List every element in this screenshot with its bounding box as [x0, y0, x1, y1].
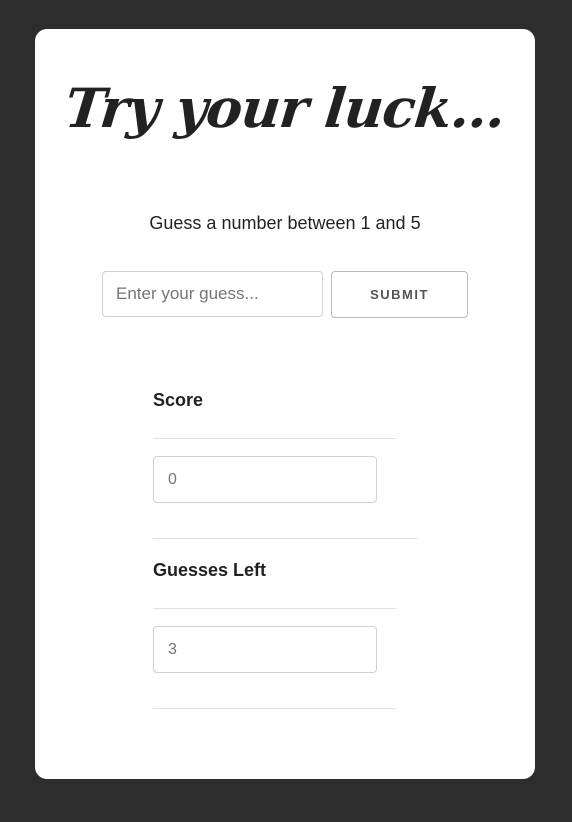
- guesses-left-label: Guesses Left: [153, 560, 267, 580]
- game-card: Try your luck... Guess a number between …: [35, 29, 535, 779]
- guess-prompt: Guess a number between 1 and 5: [149, 213, 421, 233]
- score-divider-top: [153, 438, 396, 439]
- guess-input[interactable]: [102, 271, 323, 317]
- guesses-left-divider-top: [153, 608, 396, 609]
- submit-button[interactable]: SUBMIT: [331, 271, 468, 318]
- score-label: Score: [153, 390, 204, 410]
- guesses-left-field[interactable]: [153, 626, 377, 673]
- guesses-left-divider-bottom: [153, 708, 396, 709]
- page-title: Try your luck...: [61, 76, 508, 140]
- section-divider: [153, 538, 417, 539]
- score-field[interactable]: [153, 456, 377, 503]
